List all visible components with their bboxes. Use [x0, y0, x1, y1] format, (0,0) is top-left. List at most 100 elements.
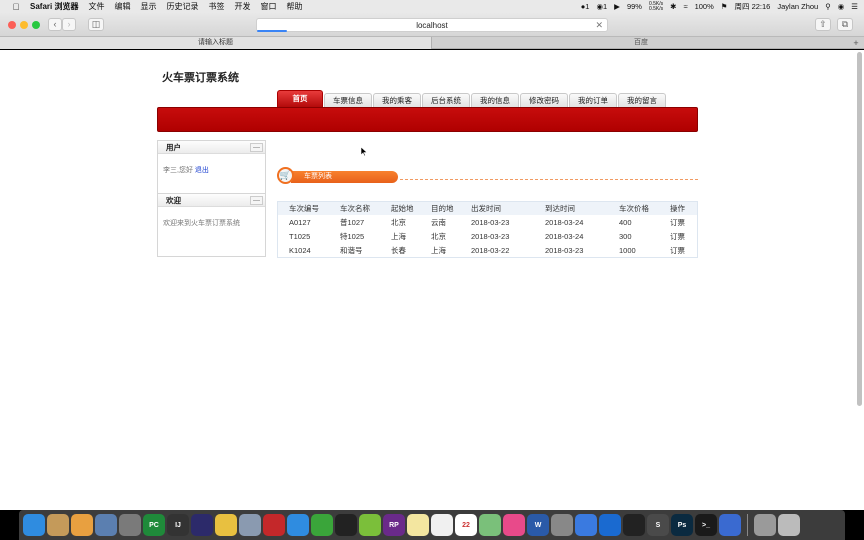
- dock-qq-alt-icon[interactable]: [623, 514, 645, 536]
- user-panel-collapse-button[interactable]: —: [250, 143, 263, 152]
- dock-elephant-icon[interactable]: [359, 514, 381, 536]
- dock-terminal-icon[interactable]: >_: [695, 514, 717, 536]
- dock-word-icon[interactable]: W: [527, 514, 549, 536]
- dock-sublime-icon[interactable]: S: [647, 514, 669, 536]
- zoom-window-button[interactable]: [32, 21, 40, 29]
- menu-history[interactable]: 历史记录: [166, 1, 198, 12]
- sidebar-toggle-button[interactable]: ◫: [88, 18, 104, 31]
- nav-tab-4[interactable]: 我的信息: [471, 93, 519, 107]
- nav-tab-0[interactable]: 首页: [277, 90, 323, 107]
- dock-sequel-icon[interactable]: [215, 514, 237, 536]
- book-ticket-link[interactable]: 订票: [659, 243, 697, 257]
- notification-icon[interactable]: ☰: [851, 2, 858, 11]
- siri-icon[interactable]: ◉: [838, 2, 845, 11]
- dock-intellij-icon[interactable]: IJ: [167, 514, 189, 536]
- nav-tab-7[interactable]: 我的留言: [618, 93, 666, 107]
- column-header: 车次价格: [619, 204, 649, 213]
- page-viewport: 火车票订票系统 首页 车票信息 我的乘客 后台系统 我的信息 修改密码 我的订单 我的留言 用…: [0, 50, 864, 510]
- dock-photoshop-icon[interactable]: Ps: [671, 514, 693, 536]
- dock-trash-icon[interactable]: [778, 514, 800, 536]
- nav-tab-6[interactable]: 我的订单: [569, 93, 617, 107]
- wechat-status-icon[interactable]: ◉1: [596, 2, 607, 11]
- menu-develop[interactable]: 开发: [234, 1, 250, 12]
- qq-status-icon[interactable]: ●1: [581, 2, 590, 11]
- dock-redis-icon[interactable]: [263, 514, 285, 536]
- dock-finder-icon[interactable]: [23, 514, 45, 536]
- table-cell: 2018-03-23: [471, 217, 510, 227]
- menu-help[interactable]: 帮助: [286, 1, 302, 12]
- dock-maps-icon[interactable]: [479, 514, 501, 536]
- welcome-panel-collapse-button[interactable]: —: [250, 196, 263, 205]
- flag-icon[interactable]: ⚑: [721, 2, 728, 11]
- logout-link[interactable]: 退出: [195, 167, 209, 174]
- tabs-icon: ⧉: [841, 19, 849, 29]
- welcome-panel-body: 欢迎来到火车票订票系统: [158, 207, 265, 234]
- tab-current[interactable]: 请输入标题: [0, 37, 432, 49]
- dock-qq-icon[interactable]: [335, 514, 357, 536]
- dock-photos-icon[interactable]: [71, 514, 93, 536]
- menu-edit[interactable]: 编辑: [114, 1, 130, 12]
- nav-tab-5[interactable]: 修改密码: [520, 93, 568, 107]
- page-scrollbar[interactable]: [857, 52, 862, 406]
- dock-wechat-icon[interactable]: [311, 514, 333, 536]
- dock-pycharm-icon[interactable]: PC: [143, 514, 165, 536]
- dock-database-icon[interactable]: [239, 514, 261, 536]
- address-bar[interactable]: localhost ✕: [256, 18, 608, 32]
- user-name[interactable]: Jaylan Zhou: [777, 2, 818, 11]
- spotlight-icon[interactable]: ⚲: [825, 2, 831, 11]
- welcome-panel-header: 欢迎 —: [158, 194, 265, 207]
- play-icon[interactable]: ▶: [614, 2, 620, 11]
- menu-app-name[interactable]: Safari 浏览器: [30, 1, 78, 12]
- dock-baidu-netdisk-icon[interactable]: [575, 514, 597, 536]
- tab-bar: 请输入标题 百度 +: [0, 37, 864, 49]
- mouse-cursor-icon: [361, 147, 367, 156]
- ticket-section-title: 车票列表: [291, 171, 398, 183]
- nav-tab-3[interactable]: 后台系统: [422, 93, 470, 107]
- menu-view[interactable]: 显示: [140, 1, 156, 12]
- forward-button[interactable]: ›: [62, 18, 76, 31]
- table-cell: 2018-03-24: [545, 217, 584, 227]
- dock-chrome-beta-icon[interactable]: [719, 514, 741, 536]
- wifi-icon[interactable]: ≈: [683, 2, 687, 11]
- battery-percent[interactable]: 99%: [627, 2, 642, 11]
- book-ticket-link[interactable]: 订票: [659, 215, 697, 229]
- network-speed: 0.5K/s 0.5K/s: [649, 1, 663, 12]
- book-ticket-link[interactable]: 订票: [659, 229, 697, 243]
- table-cell: 2018-03-23: [471, 231, 510, 241]
- dock-eclipse-icon[interactable]: [191, 514, 213, 536]
- dock-teamviewer-icon[interactable]: [599, 514, 621, 536]
- ticket-table: 车次编号 车次名称 起始地 目的地 出发时间 到达时间 车次价格 操作 A0127 普1027 北…: [278, 202, 697, 257]
- dock-calendar-icon[interactable]: 22: [455, 514, 477, 536]
- dock-axure-icon[interactable]: RP: [383, 514, 405, 536]
- share-button[interactable]: ⇧: [815, 18, 831, 31]
- stop-loading-icon[interactable]: ✕: [595, 19, 603, 32]
- dock-preview-icon[interactable]: [95, 514, 117, 536]
- menu-bookmarks[interactable]: 书签: [208, 1, 224, 12]
- dock-textedit-icon[interactable]: [431, 514, 453, 536]
- menu-file[interactable]: 文件: [88, 1, 104, 12]
- dock-safari-icon[interactable]: [287, 514, 309, 536]
- bluetooth-icon[interactable]: ✱: [670, 2, 676, 11]
- dock-launchpad-icon[interactable]: [119, 514, 141, 536]
- menu-window[interactable]: 窗口: [260, 1, 276, 12]
- clock[interactable]: 周四 22:16: [735, 1, 771, 12]
- show-tabs-button[interactable]: ⧉: [837, 18, 853, 31]
- table-cell: 1000: [619, 245, 636, 255]
- column-header: 出发时间: [471, 204, 501, 213]
- dock-itunes-icon[interactable]: [503, 514, 525, 536]
- dock-downloads-icon[interactable]: [754, 514, 776, 536]
- new-tab-button[interactable]: +: [851, 37, 861, 49]
- tab-baidu[interactable]: 百度: [432, 37, 850, 49]
- dock-notes-app-icon[interactable]: [47, 514, 69, 536]
- apple-icon[interactable]: : [10, 2, 22, 12]
- site-title: 火车票订票系统: [162, 72, 239, 84]
- dock-notes-icon[interactable]: [407, 514, 429, 536]
- nav-tab-2[interactable]: 我的乘客: [373, 93, 421, 107]
- minimize-window-button[interactable]: [20, 21, 28, 29]
- battery-level[interactable]: 100%: [695, 2, 714, 11]
- dock-system-prefs-icon[interactable]: [551, 514, 573, 536]
- column-header: 起始地: [391, 204, 414, 213]
- back-button[interactable]: ‹: [48, 18, 62, 31]
- nav-tab-1[interactable]: 车票信息: [324, 93, 372, 107]
- close-window-button[interactable]: [8, 21, 16, 29]
